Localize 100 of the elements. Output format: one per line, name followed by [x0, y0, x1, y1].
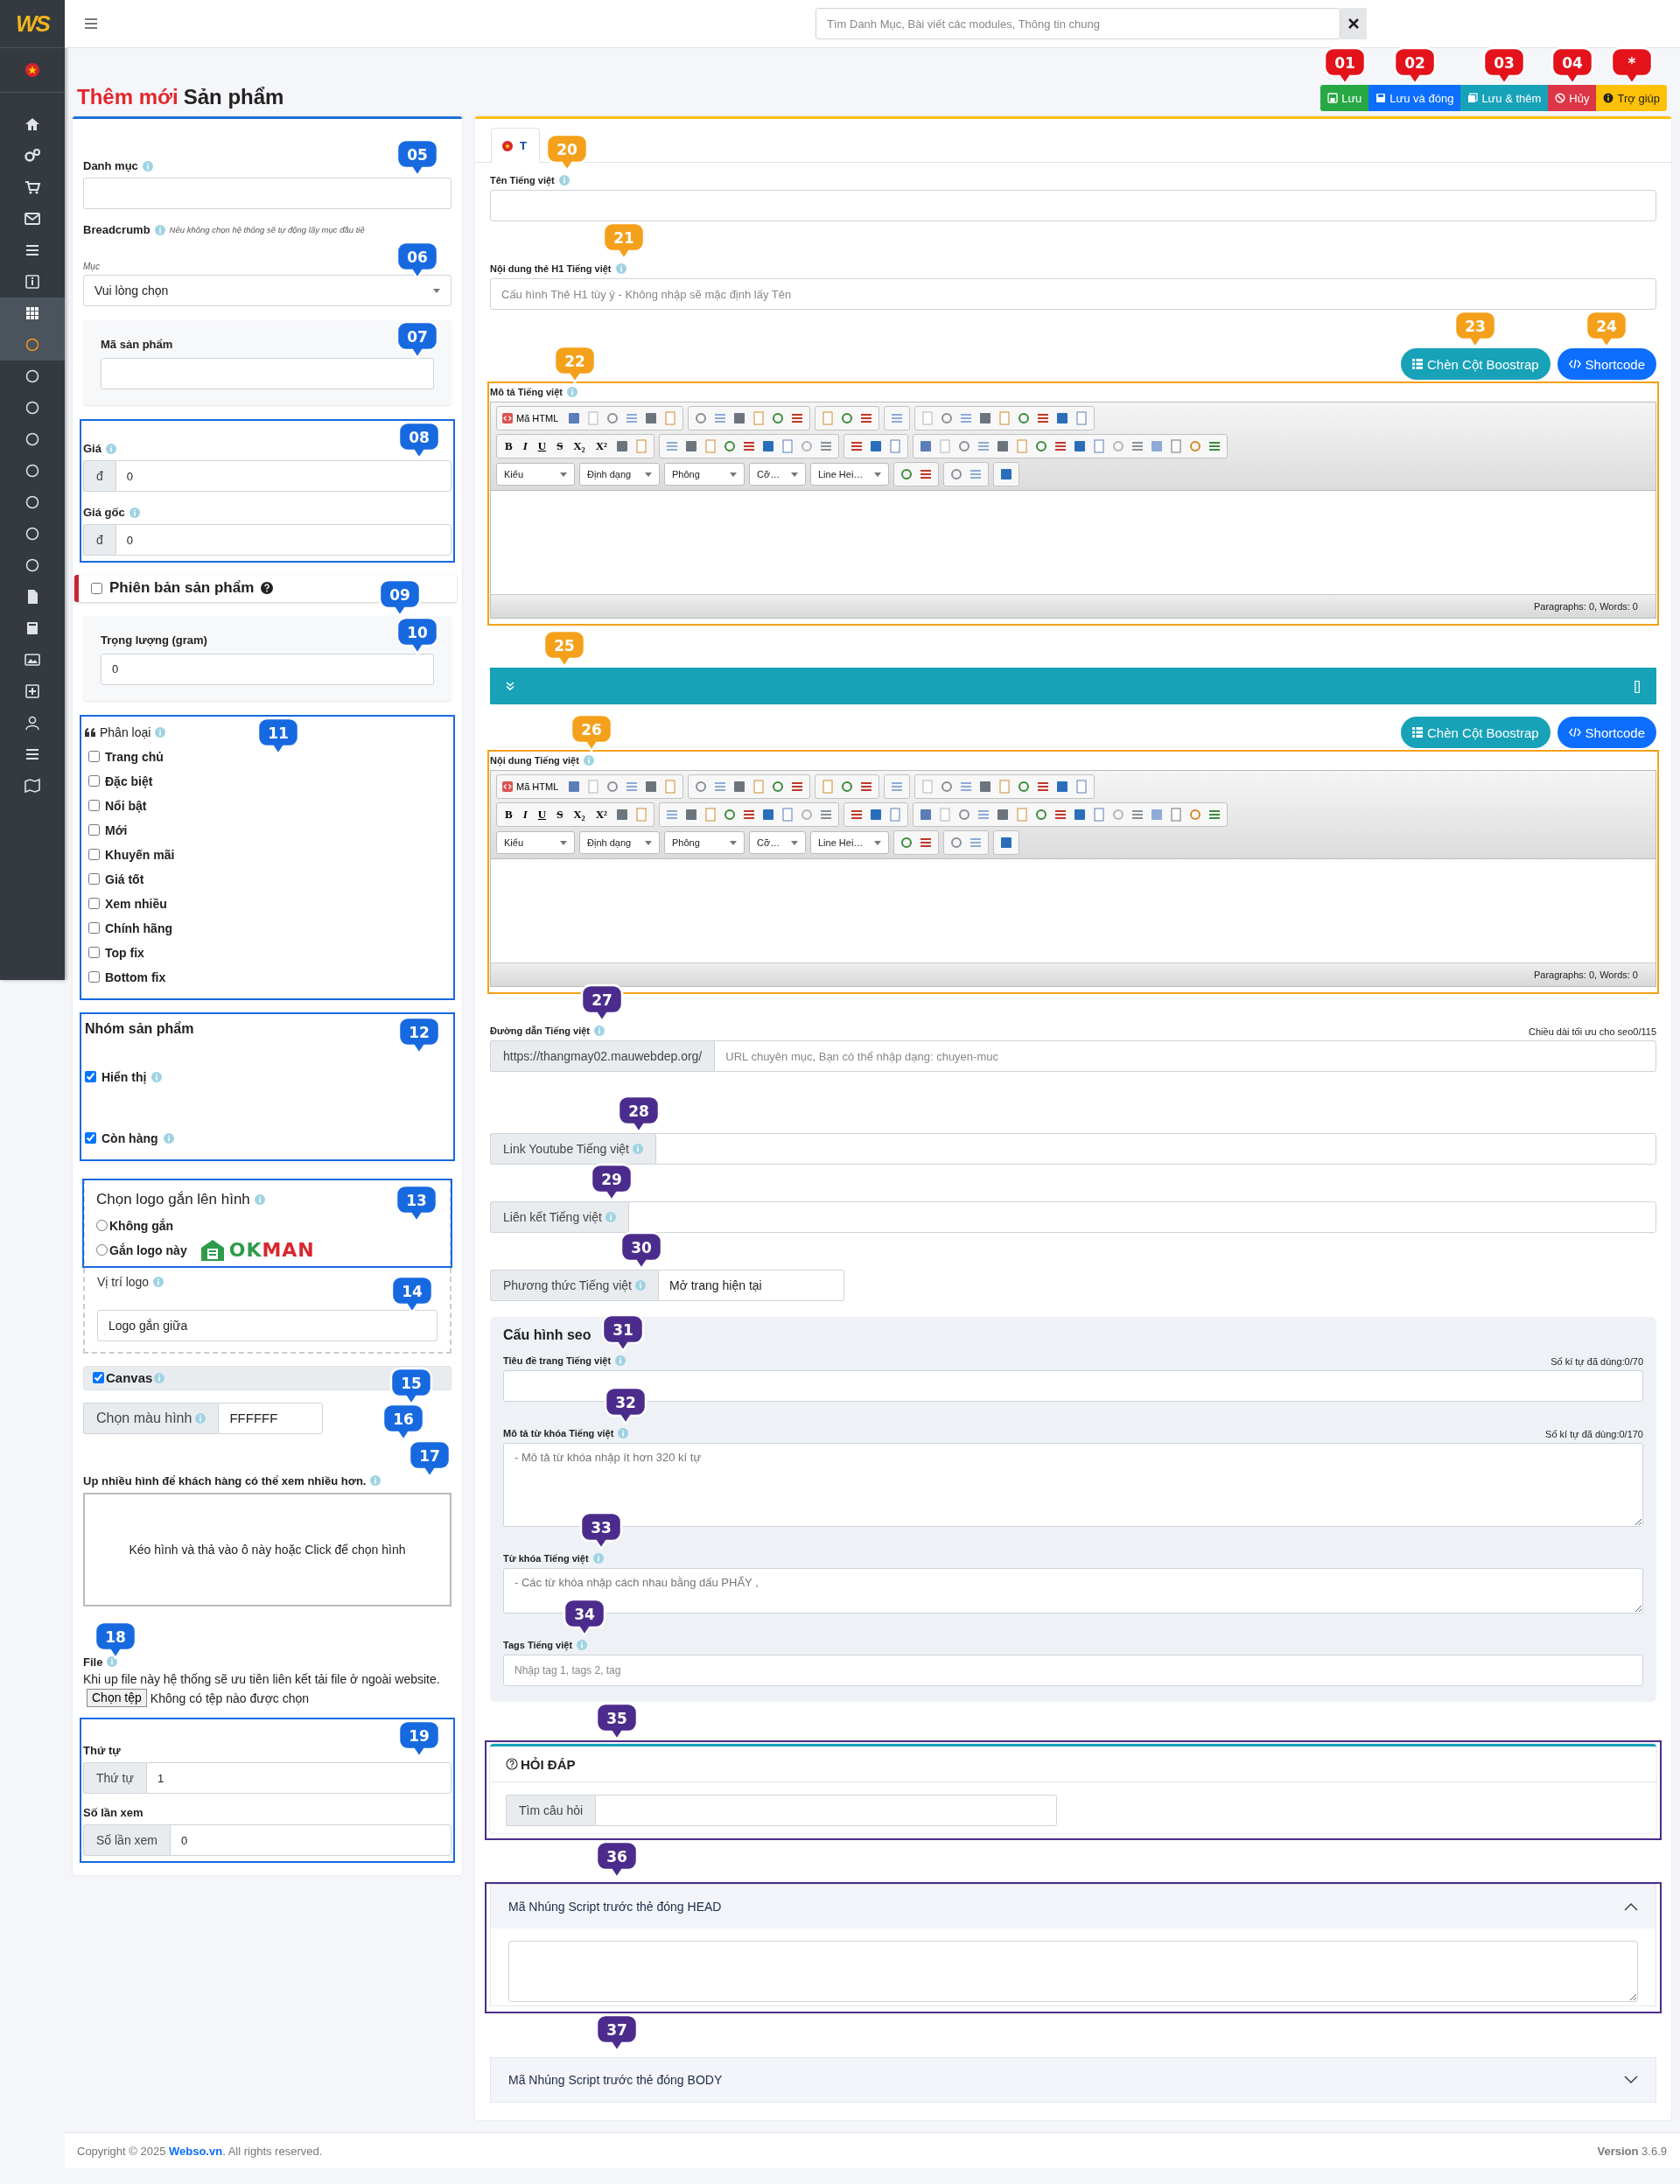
callout-marker: 09 [378, 578, 422, 617]
tool-icon [771, 411, 786, 425]
dropdown[interactable]: Phông [664, 463, 745, 486]
checkbox[interactable] [85, 1132, 96, 1144]
accordion-header[interactable]: Mã Nhúng Script trước thẻ đóng BODY [491, 2058, 1656, 2102]
dropdown[interactable]: Cỡ… [749, 831, 806, 854]
caret-icon [730, 840, 737, 845]
dropdown[interactable]: Định dạng [579, 463, 660, 486]
insert-button[interactable]: Shortcode [1557, 717, 1656, 748]
checkbox[interactable] [88, 898, 100, 910]
checkbox[interactable] [88, 922, 100, 934]
info-icon [594, 1026, 605, 1036]
circle-icon [24, 368, 41, 385]
format-button[interactable]: S [554, 439, 566, 453]
info-icon [633, 1144, 643, 1154]
checkbox[interactable] [88, 824, 100, 836]
format-button[interactable]: I [520, 808, 530, 822]
language-tab[interactable]: T [491, 128, 540, 163]
tool-icon [644, 411, 659, 425]
radio-button[interactable] [96, 1220, 108, 1232]
text-field[interactable]: 1 [145, 1762, 452, 1794]
text-field[interactable] [490, 190, 1656, 221]
select-field[interactable]: Mở trang hiện tại [658, 1270, 844, 1301]
field-label: Up nhiều hình để khách hàng có thể xem nhiều hơn. [83, 1474, 367, 1488]
checkbox[interactable] [93, 1372, 104, 1384]
format-button[interactable]: X₂ [570, 439, 588, 453]
source-button[interactable]: Mã HTML [502, 781, 563, 792]
flag-icon [24, 61, 41, 79]
text-field[interactable] [83, 178, 452, 209]
caret-icon [791, 840, 798, 845]
format-button[interactable]: S [554, 808, 566, 822]
radio-button[interactable] [96, 1244, 108, 1256]
action-button[interactable]: Lưu và đóng [1368, 85, 1461, 111]
choose-file-button[interactable]: Chọn tệp [87, 1688, 147, 1707]
action-button[interactable]: Trợ giúp [1596, 85, 1667, 111]
tool-icon [1033, 808, 1048, 822]
format-button[interactable]: I [520, 439, 530, 453]
format-button[interactable]: X₂ [570, 808, 588, 822]
text-field[interactable]: Cấu hình Thẻ H1 tùy ý - Không nhập sẽ mặc định lấy Tên [490, 278, 1656, 310]
checkbox[interactable] [88, 775, 100, 788]
sidebar-item[interactable] [0, 298, 65, 329]
checkbox[interactable] [88, 800, 100, 812]
checkbox[interactable] [88, 751, 100, 763]
dropdown[interactable]: Kiểu [496, 463, 575, 486]
source-button[interactable]: Mã HTML [502, 413, 563, 424]
format-button[interactable]: U [535, 439, 550, 453]
tool-icon [840, 780, 855, 794]
text-field[interactable] [655, 1133, 1656, 1165]
group-title: Nhóm sản phẩm [85, 1020, 194, 1037]
dropdown[interactable]: Line Hei… [810, 463, 889, 486]
search-field[interactable]: Tìm Danh Mục, Bài viết các modules, Thông tin chung [816, 8, 1340, 39]
copy-icon [1467, 93, 1479, 103]
input-addon: đ [83, 460, 116, 492]
rich-text-editor[interactable]: Mã HTML B I U S X₂ X² Kiểu Định dạng Phông Cỡ… Line Hei… Paragraphs: 0, Words: 0 [490, 402, 1656, 619]
info-icon [592, 1553, 604, 1564]
format-button[interactable]: U [535, 808, 550, 822]
text-field[interactable] [595, 1795, 1057, 1826]
text-field[interactable]: FFFFFF [218, 1402, 324, 1434]
info-icon [577, 1640, 588, 1650]
clear-button[interactable] [1340, 8, 1367, 39]
insert-button[interactable]: Shortcode [1557, 348, 1656, 380]
select-field[interactable]: Logo gắn giữa [97, 1309, 438, 1341]
text-field[interactable]: 0 [170, 1824, 452, 1856]
tool-icon [976, 808, 990, 822]
tool-icon [995, 439, 1010, 453]
dropdown[interactable]: Line Hei… [810, 831, 889, 854]
accordion-header[interactable]: Mã Nhúng Script trước thẻ đóng HEAD [491, 1885, 1656, 1928]
action-button[interactable]: Hủy [1548, 85, 1597, 111]
select-field[interactable]: Vui lòng chọn [83, 275, 452, 306]
user-icon [24, 714, 41, 732]
tool-icon [663, 780, 678, 794]
tool-icon [663, 411, 678, 425]
text-field[interactable]: Nhập tag 1, tags 2, tag [503, 1655, 1643, 1686]
checkbox[interactable] [88, 947, 100, 959]
question-icon [261, 582, 274, 595]
checkbox[interactable] [91, 582, 102, 594]
text-field[interactable] [101, 358, 434, 389]
checkbox[interactable] [88, 873, 100, 886]
checkbox[interactable] [88, 849, 100, 861]
tool-icon [1053, 808, 1068, 822]
dropdown[interactable]: Cỡ… [749, 463, 806, 486]
checkbox[interactable] [85, 1071, 96, 1083]
format-button[interactable]: X² [592, 808, 610, 822]
field-label: Chọn logo gắn lên hình [96, 1190, 250, 1208]
tool-icon [868, 808, 883, 822]
text-field[interactable]: URL chuyên mục, Bạn có thể nhập dạng: chuyen-muc [714, 1040, 1656, 1072]
rich-text-editor[interactable]: Mã HTML B I U S X₂ X² Kiểu Định dạng Phông Cỡ… Line Hei… Paragraphs: 0, Words: 0 [490, 770, 1656, 987]
format-button[interactable]: B [502, 808, 515, 822]
text-field[interactable] [627, 1201, 1656, 1233]
format-button[interactable]: B [502, 439, 515, 453]
dropdown[interactable]: Kiểu [496, 831, 575, 854]
text-field[interactable]: 0 [101, 653, 434, 685]
dropdown[interactable]: Phông [664, 831, 745, 854]
text-field[interactable]: 0 [115, 524, 452, 556]
text-field[interactable]: 0 [115, 460, 452, 492]
dropdown[interactable]: Định dạng [579, 831, 660, 854]
tool-icon [1091, 808, 1106, 822]
format-button[interactable]: X² [592, 439, 610, 453]
checkbox[interactable] [88, 971, 100, 984]
drop-zone[interactable]: Kéo hình và thả vào ô này hoặc Click để chọn hình [83, 1492, 452, 1606]
